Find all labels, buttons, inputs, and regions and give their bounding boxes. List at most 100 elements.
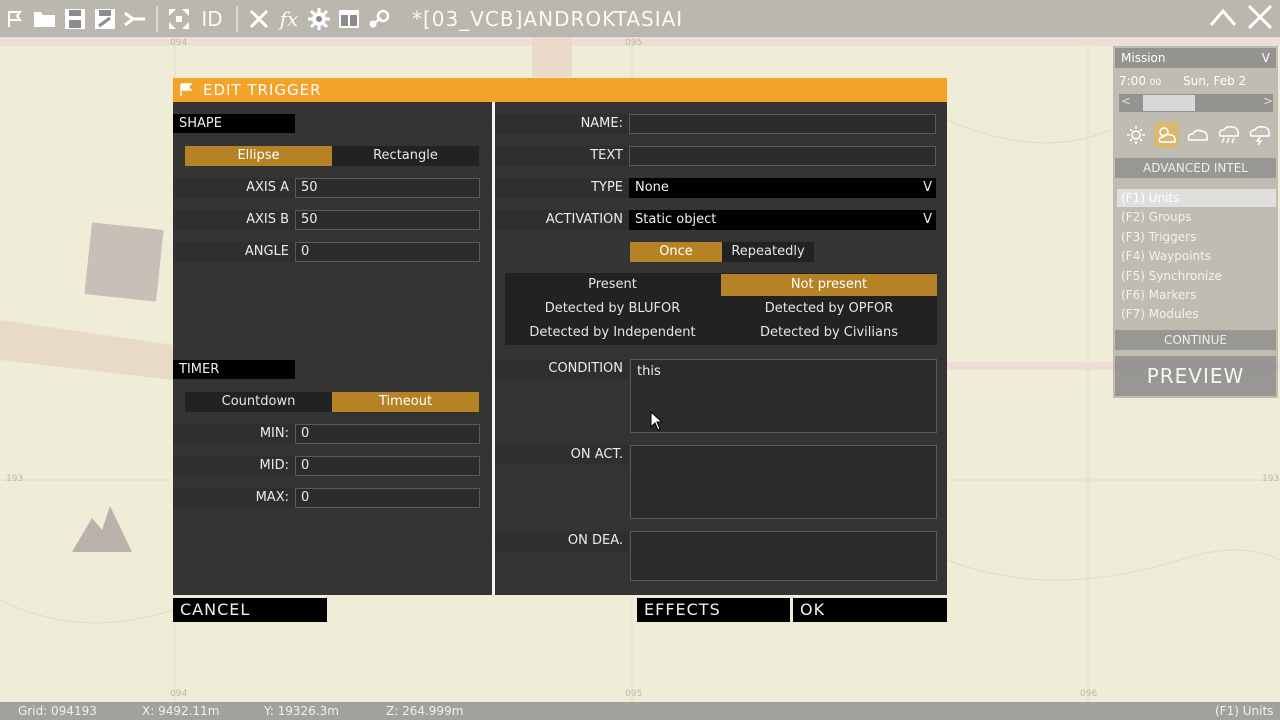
presence-not-present[interactable]: Not present <box>721 274 937 296</box>
type-row: TYPE None V <box>495 178 936 198</box>
status-grid: Grid: 094193 <box>18 704 97 718</box>
mode-waypoints[interactable]: (F4) Waypoints <box>1117 247 1276 265</box>
type-value: None <box>635 180 669 195</box>
id-icon[interactable]: ID <box>194 4 230 34</box>
axis-a-input[interactable]: 50 <box>295 178 480 198</box>
save-icon[interactable] <box>60 4 90 34</box>
condition-label: CONDITION <box>495 359 629 379</box>
angle-input[interactable]: 0 <box>295 242 480 262</box>
mode-groups[interactable]: (F2) Groups <box>1117 208 1276 226</box>
presence-present[interactable]: Present <box>505 274 720 296</box>
shape-toggle: Ellipse Rectangle <box>185 146 479 166</box>
status-z: Z: 264.999m <box>386 704 464 718</box>
ok-button[interactable]: OK <box>793 598 947 622</box>
function-icon[interactable]: fx <box>274 4 304 34</box>
partly-cloudy-icon[interactable] <box>1154 122 1179 148</box>
name-row: NAME: <box>495 114 936 134</box>
text-input[interactable] <box>629 146 936 166</box>
editor-side-panel: Mission V 7:00 00 Sun, Feb 2 < > ADVANCE… <box>1113 46 1278 398</box>
presence-detected-independent[interactable]: Detected by Independent <box>505 322 720 344</box>
shape-rectangle-option[interactable]: Rectangle <box>332 146 479 166</box>
repeat-once-option[interactable]: Once <box>630 242 722 262</box>
folder-open-icon[interactable] <box>30 4 60 34</box>
save-as-icon[interactable] <box>90 4 120 34</box>
type-select[interactable]: None V <box>629 178 936 198</box>
cancel-button[interactable]: CANCEL <box>173 598 327 622</box>
presence-detected-opfor[interactable]: Detected by OPFOR <box>721 298 937 320</box>
axis-b-input[interactable]: 50 <box>295 210 480 230</box>
mode-units[interactable]: (F1) Units <box>1117 189 1276 207</box>
timer-min-label: MIN: <box>173 424 295 444</box>
advanced-intel-button[interactable]: ADVANCED INTEL <box>1115 158 1276 178</box>
activation-row: ACTIVATION Static object V <box>495 210 936 230</box>
mode-modules[interactable]: (F7) Modules <box>1117 305 1276 323</box>
timer-section-title: TIMER <box>173 360 295 379</box>
top-toolbar: ID fx *[03_VCB]ANDROKTASIAI <box>0 0 1280 37</box>
presence-detected-civilians[interactable]: Detected by Civilians <box>721 322 937 344</box>
edit-trigger-dialog: EDIT TRIGGER SHAPE Ellipse Rectangle AXI… <box>173 78 947 623</box>
chevron-down-icon: V <box>923 180 932 195</box>
mission-time-value: 7:00 <box>1119 74 1146 88</box>
mission-date: Sun, Feb 2 <box>1183 74 1247 88</box>
chevron-left-icon[interactable]: < <box>1121 94 1131 108</box>
window-controls <box>1208 3 1274 35</box>
cloudy-icon[interactable] <box>1185 122 1210 148</box>
mode-synchronize[interactable]: (F5) Synchronize <box>1117 267 1276 285</box>
export-icon[interactable] <box>120 4 150 34</box>
preview-button[interactable]: PREVIEW <box>1115 356 1276 396</box>
continue-button[interactable]: CONTINUE <box>1115 330 1276 350</box>
dialog-header[interactable]: EDIT TRIGGER <box>173 78 947 102</box>
status-bar: Grid: 094193 X: 9492.11m Y: 19326.3m Z: … <box>0 702 1280 720</box>
status-x: X: 9492.11m <box>142 704 220 718</box>
flag-icon[interactable] <box>0 4 30 34</box>
rain-icon[interactable] <box>1216 122 1241 148</box>
timer-mid-input[interactable]: 0 <box>295 456 480 476</box>
tools-icon[interactable] <box>244 4 274 34</box>
close-icon[interactable] <box>1246 3 1274 35</box>
grid-label-right: 193 <box>1262 474 1280 484</box>
activation-select[interactable]: Static object V <box>629 210 936 230</box>
timer-countdown-option[interactable]: Countdown <box>185 392 332 412</box>
dialog-title: EDIT TRIGGER <box>203 81 322 99</box>
mode-triggers[interactable]: (F3) Triggers <box>1117 228 1276 246</box>
on-dea-textarea[interactable] <box>630 531 937 581</box>
timer-min-input[interactable]: 0 <box>295 424 480 444</box>
timer-min-row: MIN: 0 <box>173 424 480 444</box>
toolbar-divider <box>156 5 158 32</box>
mode-select[interactable]: Mission V <box>1115 48 1276 68</box>
timer-mid-label: MID: <box>173 456 295 476</box>
angle-label: ANGLE <box>173 242 295 262</box>
timer-timeout-option[interactable]: Timeout <box>332 392 479 412</box>
move-icon[interactable] <box>164 4 194 34</box>
steam-icon[interactable] <box>364 4 394 34</box>
status-mode: (F1) Units <box>1215 704 1274 718</box>
on-dea-row: ON DEA. <box>495 531 629 551</box>
name-input[interactable] <box>629 114 936 134</box>
gear-icon[interactable] <box>304 4 334 34</box>
shape-ellipse-option[interactable]: Ellipse <box>185 146 332 166</box>
mode-select-value: Mission <box>1121 51 1166 65</box>
grid-label-left: 193 <box>6 474 24 484</box>
time-slider-handle[interactable] <box>1143 95 1195 111</box>
sunny-icon[interactable] <box>1123 122 1148 148</box>
presence-detected-blufor[interactable]: Detected by BLUFOR <box>505 298 720 320</box>
condition-row: CONDITION <box>495 359 629 379</box>
timer-max-input[interactable]: 0 <box>295 488 480 508</box>
grid-label-top-1: 094 <box>170 38 188 48</box>
map-building <box>84 222 164 302</box>
trigger-settings-panel: NAME: TEXT TYPE None V ACTIVATION Static… <box>495 102 947 595</box>
on-dea-label: ON DEA. <box>495 531 629 551</box>
condition-textarea[interactable]: this <box>630 359 937 433</box>
axis-a-label: AXIS A <box>173 178 295 198</box>
window-icon[interactable] <box>334 4 364 34</box>
collapse-icon[interactable] <box>1208 3 1238 35</box>
shape-timer-panel: SHAPE Ellipse Rectangle AXIS A 50 AXIS B… <box>173 102 492 595</box>
text-label: TEXT <box>495 146 629 166</box>
on-act-textarea[interactable] <box>630 445 937 519</box>
repeat-repeatedly-option[interactable]: Repeatedly <box>722 242 814 262</box>
mission-time: 7:00 00 <box>1119 74 1161 88</box>
chevron-right-icon[interactable]: > <box>1263 94 1273 108</box>
storm-icon[interactable] <box>1247 122 1272 148</box>
effects-button[interactable]: EFFECTS <box>637 598 790 622</box>
mode-markers[interactable]: (F6) Markers <box>1117 286 1276 304</box>
